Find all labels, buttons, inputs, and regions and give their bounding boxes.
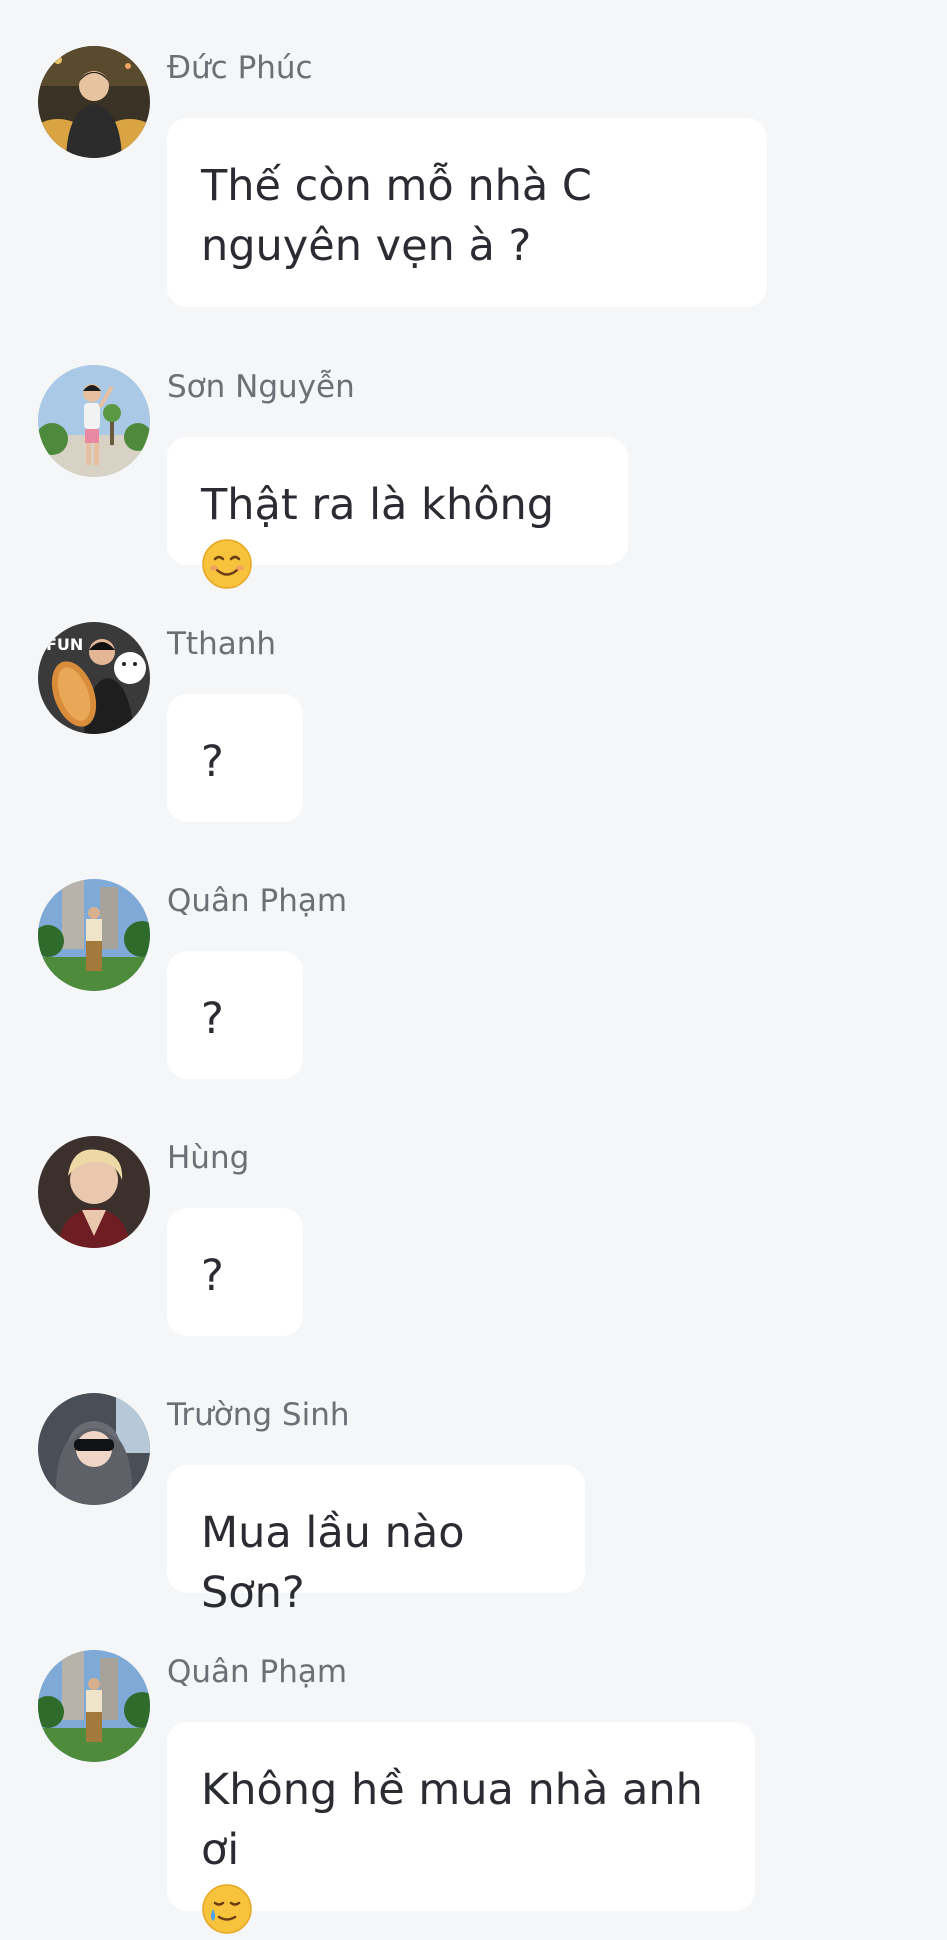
smiling-face-icon (202, 538, 252, 589)
message-bubble[interactable]: ? (167, 694, 303, 822)
user-avatar-icon[interactable] (38, 365, 150, 477)
user-avatar-icon[interactable] (38, 46, 150, 158)
message-text: ? (201, 994, 224, 1044)
svg-text:FUN: FUN (46, 635, 83, 654)
chat-thread: Đức Phúc Thế còn mỗ nhà C nguyên vẹn à ? (0, 0, 947, 1934)
message-bubble[interactable]: ? (167, 951, 303, 1079)
message-text: Thế còn mỗ nhà C nguyên vẹn à ? (201, 161, 592, 271)
message-text: Không hề mua nhà anh ơi (201, 1765, 703, 1875)
user-avatar-icon[interactable]: FUN (38, 622, 150, 734)
message-text: Mua lầu nào Sơn? (201, 1508, 465, 1618)
sender-name: Đức Phúc (167, 50, 313, 86)
sender-name: Trường Sinh (167, 1397, 350, 1433)
message-bubble[interactable]: ? (167, 1208, 303, 1336)
message-bubble[interactable]: Mua lầu nào Sơn? (167, 1465, 585, 1618)
message-text: ? (201, 737, 224, 787)
sender-name: Hùng (167, 1140, 250, 1176)
sender-name: Quân Phạm (167, 883, 348, 919)
message-text: Thật ra là không (201, 480, 555, 530)
sender-name: Quân Phạm (167, 1654, 348, 1690)
user-avatar-icon[interactable] (38, 879, 150, 991)
message-text: ? (201, 1251, 224, 1301)
user-avatar-icon[interactable] (38, 1393, 150, 1505)
sender-name: Tthanh (167, 626, 277, 662)
message-bubble[interactable]: Không hề mua nhà anh ơi (167, 1722, 755, 1934)
message-bubble[interactable]: Thật ra là không (167, 437, 628, 589)
sender-name: Sơn Nguyễn (167, 369, 355, 405)
smiling-face-with-tear-icon (202, 1883, 252, 1934)
user-avatar-icon[interactable] (38, 1136, 150, 1248)
message-bubble[interactable]: Thế còn mỗ nhà C nguyên vẹn à ? (167, 118, 767, 307)
user-avatar-icon[interactable] (38, 1650, 150, 1762)
